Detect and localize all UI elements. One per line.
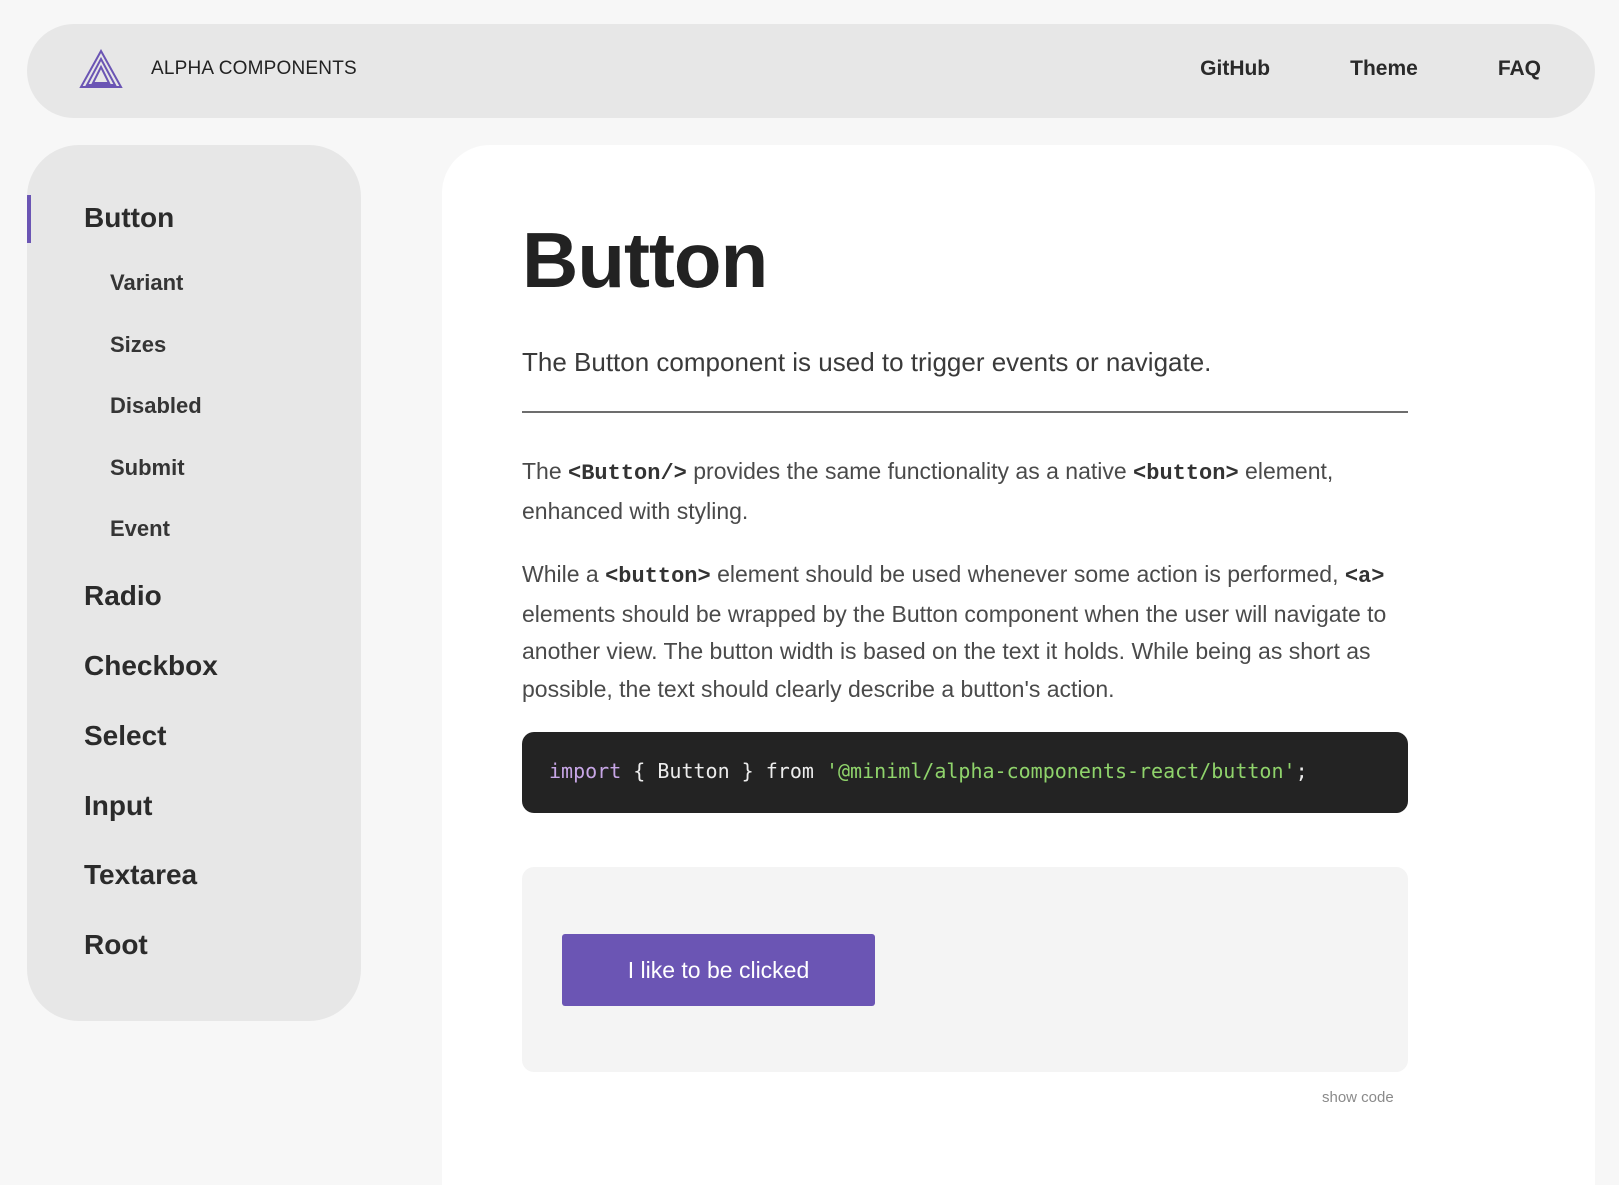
p1-text-1: The	[522, 458, 569, 484]
import-code-block[interactable]: import { Button } from '@miniml/alpha-co…	[522, 732, 1408, 813]
description-paragraph-1: The <Button/> provides the same function…	[522, 453, 1408, 530]
nav-theme[interactable]: Theme	[1350, 57, 1418, 81]
code-end: ;	[1295, 759, 1308, 783]
p2-text-2: element should be used whenever some act…	[710, 561, 1345, 587]
divider	[522, 411, 1408, 413]
code-keyword: import	[549, 759, 622, 783]
alpha-logo-icon[interactable]	[79, 49, 123, 89]
sidebar-item-sizes[interactable]: Sizes	[110, 332, 166, 358]
lead-text: The Button component is used to trigger …	[522, 347, 1212, 377]
p1-code-1: <Button/>	[568, 461, 687, 486]
demo-preview: I like to be clicked	[522, 867, 1408, 1072]
sidebar-item-disabled[interactable]: Disabled	[110, 393, 202, 419]
nav-faq[interactable]: FAQ	[1498, 57, 1541, 81]
p1-text-2: provides the same functionality as a nat…	[686, 458, 1134, 484]
code-middle: { Button } from	[621, 759, 826, 783]
p2-code-1: <button>	[605, 564, 711, 589]
show-code-link[interactable]: show code	[1322, 1089, 1394, 1106]
sidebar: Button Variant Sizes Disabled Submit Eve…	[27, 145, 361, 1021]
demo-button[interactable]: I like to be clicked	[562, 934, 875, 1006]
sidebar-item-root[interactable]: Root	[84, 929, 148, 961]
description-paragraph-2: While a <button> element should be used …	[522, 556, 1408, 708]
code-string: '@miniml/alpha-components-react/button'	[825, 759, 1296, 783]
sidebar-item-variant[interactable]: Variant	[110, 270, 183, 296]
p2-text-3: elements should be wrapped by the Button…	[522, 600, 1387, 702]
active-indicator	[27, 195, 31, 243]
sidebar-item-textarea[interactable]: Textarea	[84, 859, 197, 891]
top-navbar: ALPHA COMPONENTS GitHub Theme FAQ	[27, 24, 1595, 118]
page-title: Button	[522, 216, 768, 304]
sidebar-item-submit[interactable]: Submit	[110, 455, 185, 481]
p2-text-1: While a	[522, 561, 606, 587]
brand-name[interactable]: ALPHA COMPONENTS	[151, 58, 357, 80]
nav-github[interactable]: GitHub	[1200, 57, 1270, 81]
sidebar-item-event[interactable]: Event	[110, 516, 170, 542]
p1-code-2: <button>	[1133, 461, 1239, 486]
sidebar-item-input[interactable]: Input	[84, 790, 152, 822]
sidebar-item-checkbox[interactable]: Checkbox	[84, 650, 218, 682]
sidebar-item-select[interactable]: Select	[84, 720, 167, 752]
sidebar-item-radio[interactable]: Radio	[84, 580, 162, 612]
p2-code-2: <a>	[1344, 564, 1385, 589]
sidebar-item-button[interactable]: Button	[84, 202, 174, 234]
main-content: Button The Button component is used to t…	[442, 145, 1595, 1185]
top-nav: GitHub Theme FAQ	[1120, 57, 1541, 81]
